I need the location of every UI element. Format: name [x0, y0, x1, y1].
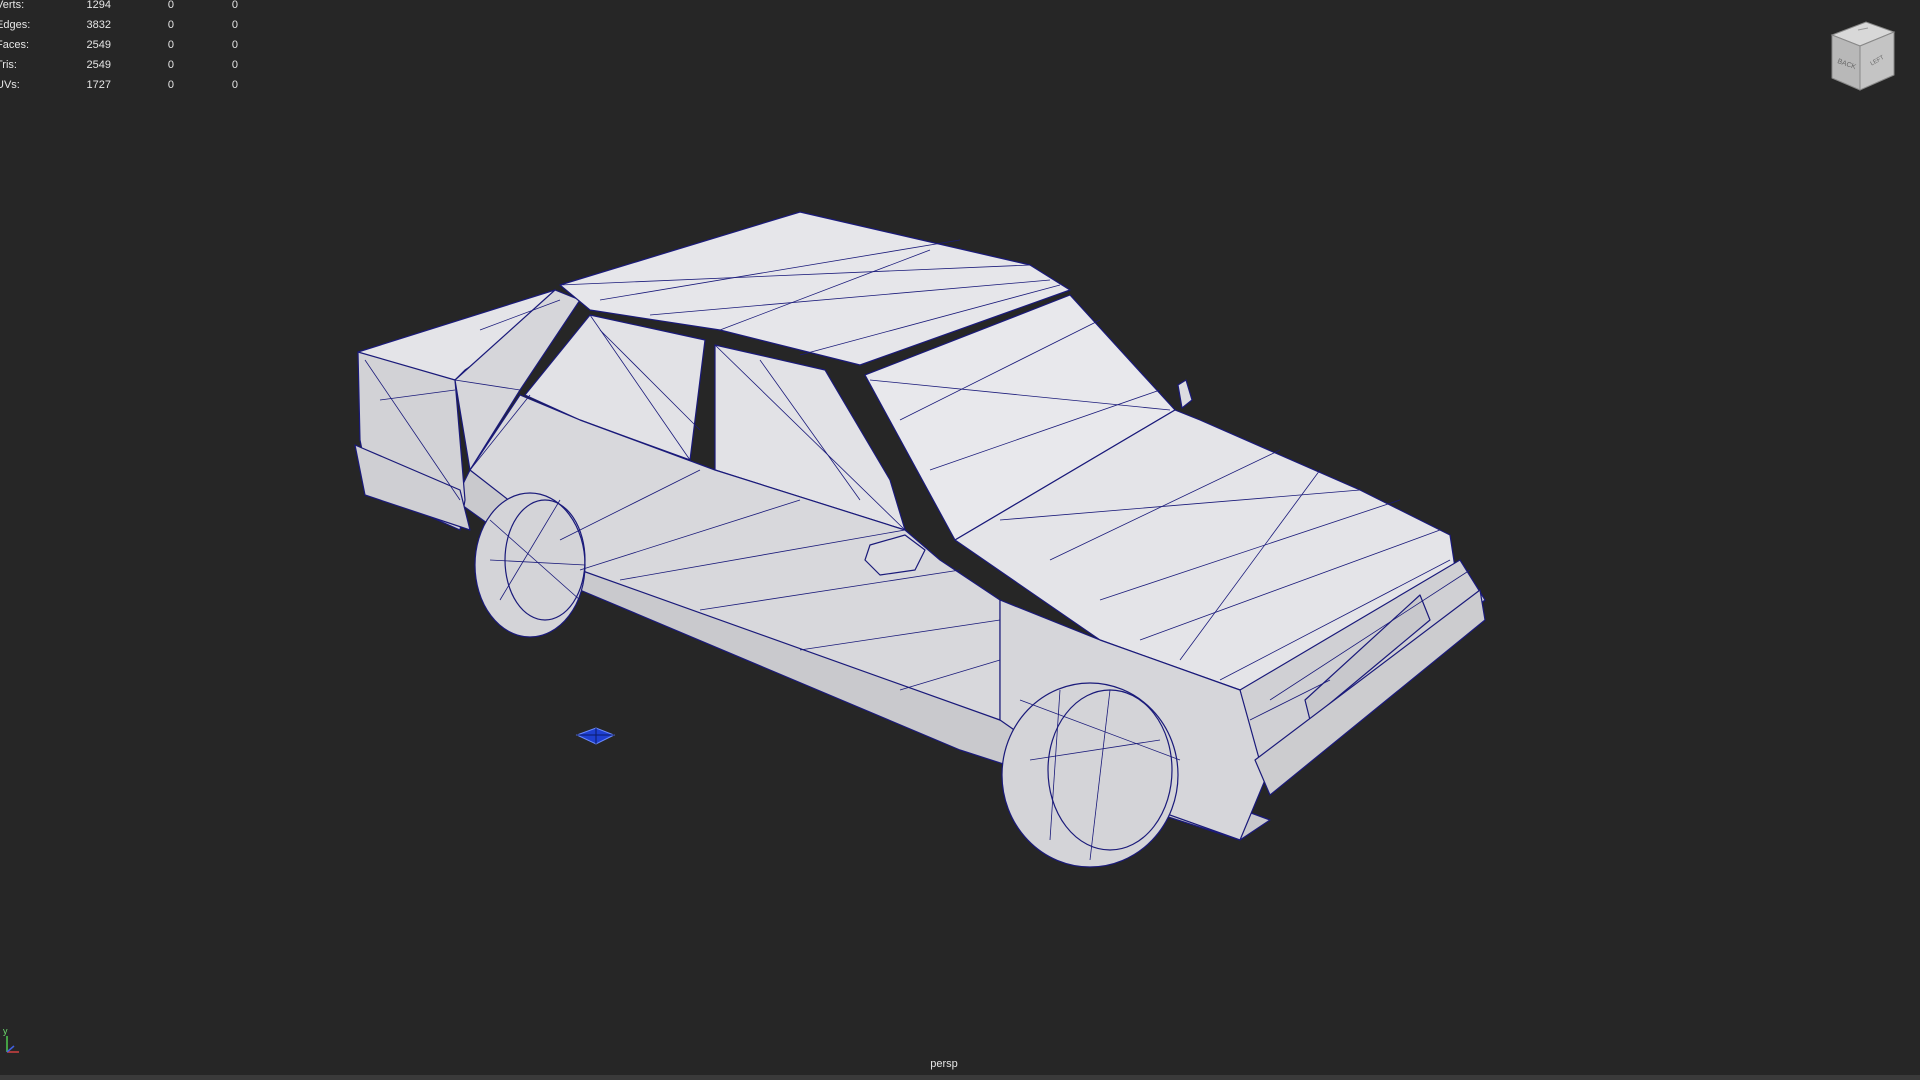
viewport-bottom-border: [0, 1075, 1920, 1080]
axis-y-label: y: [3, 1026, 8, 1036]
car-mesh[interactable]: [0, 0, 1920, 1080]
car-antenna: [1177, 379, 1193, 409]
camera-name-label: persp: [930, 1058, 958, 1070]
view-cube-icon[interactable]: BACK LEFT: [1828, 20, 1898, 94]
maya-viewport[interactable]: Verts: 1294 0 0 Edges: 3832 0 0 Faces: 2…: [0, 0, 1920, 1080]
pivot-marker-icon[interactable]: [575, 727, 616, 745]
